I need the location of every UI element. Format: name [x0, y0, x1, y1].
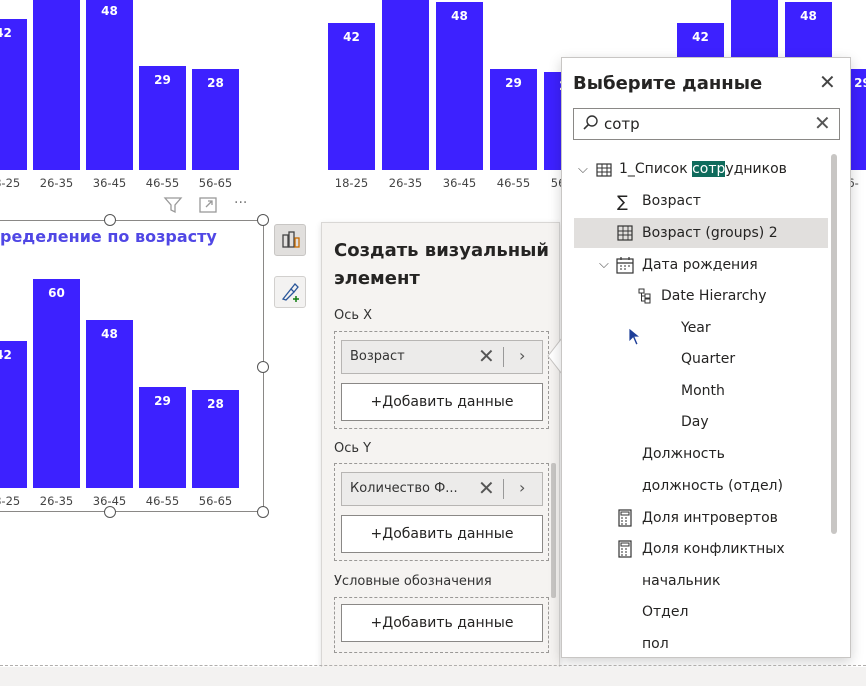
expand-field-icon[interactable]: › — [519, 478, 525, 497]
bar[interactable]: 42 — [328, 23, 375, 170]
x-tick-label: 26-35 — [39, 176, 74, 190]
y-field-label: Количество Ф... — [350, 481, 458, 496]
panel-scrollbar[interactable] — [551, 463, 556, 598]
bar[interactable]: 29 — [139, 65, 186, 170]
data-label: 28 — [207, 76, 224, 91]
tree-item-gender[interactable]: пол — [642, 636, 669, 652]
tree-item-manager[interactable]: начальник — [642, 573, 721, 589]
page-bottom-strip — [0, 667, 866, 686]
x-tick-label: 26-35 — [388, 176, 423, 190]
filter-icon[interactable] — [163, 196, 183, 214]
hierarchy-icon — [638, 288, 652, 308]
panel-title-line2: элемент — [334, 268, 420, 289]
tree-item-day[interactable]: Day — [681, 414, 709, 430]
bar[interactable]: 60 — [33, 0, 80, 170]
x-field-label: Возраст — [350, 349, 405, 364]
x-tick-label: 46-55 — [145, 176, 180, 190]
y-field-pill[interactable]: Количество Ф... ✕ › — [341, 472, 543, 506]
tree-expand-table[interactable]: ⌵ — [578, 162, 588, 177]
build-visual-panel: Создать визуальный элемент Ось X Возраст… — [321, 222, 560, 671]
search-box[interactable]: ✕ — [573, 108, 840, 140]
selection-border — [0, 220, 264, 512]
build-visual-button[interactable] — [274, 224, 306, 256]
format-visual-button[interactable] — [274, 276, 306, 308]
x-tick-label: 18-25 — [334, 176, 369, 190]
x-tick-label: 36-45 — [442, 176, 477, 190]
bar[interactable]: 42 — [0, 18, 27, 170]
tree-item-position-dept[interactable]: должность (отдел) — [642, 478, 783, 494]
data-label: 29 — [505, 75, 522, 90]
y-add-data-button[interactable]: +Добавить данные — [341, 515, 543, 553]
calculator-icon — [618, 540, 632, 562]
tree-item-department[interactable]: Отдел — [642, 604, 688, 620]
tree-item-position[interactable]: Должность — [642, 446, 725, 462]
bar[interactable]: 60 — [382, 0, 429, 170]
bar[interactable]: 48 — [86, 0, 133, 170]
resize-handle-bottom[interactable] — [104, 506, 116, 518]
data-label: 42 — [0, 25, 12, 40]
search-icon — [582, 114, 600, 136]
x-axis-label: Ось X — [334, 308, 373, 323]
search-input[interactable] — [604, 113, 804, 135]
calculator-icon — [618, 509, 632, 531]
more-options-icon[interactable]: ··· — [234, 196, 256, 214]
x-tick-label: 56-65 — [198, 176, 233, 190]
x-tick-label: 46-55 — [496, 176, 531, 190]
table-name-suffix: удников — [725, 161, 787, 177]
panel-title-line1: Создать визуальный — [334, 240, 550, 261]
tree-item-introverts-share[interactable]: Доля интровертов — [642, 510, 778, 526]
tree-item-conflict-share[interactable]: Доля конфликтных — [642, 541, 785, 557]
data-label: 42 — [692, 30, 709, 45]
sum-icon: ∑ — [617, 192, 628, 211]
group-icon — [617, 225, 633, 245]
top-left-chart[interactable]: 42 18-25 60 26-35 48 36-45 29 46-55 28 56-65 — [0, 0, 270, 195]
data-panel-title: Выберите данные — [573, 73, 763, 94]
remove-field-icon[interactable]: ✕ — [478, 344, 495, 368]
tree-item-age-groups[interactable]: Возраст (groups) 2 — [642, 225, 778, 241]
tree-item-month[interactable]: Month — [681, 383, 725, 399]
x-add-data-button[interactable]: +Добавить данные — [341, 383, 543, 421]
tree-table-name[interactable]: 1_Список сотрудников — [619, 161, 787, 177]
search-match-highlight: сотр — [692, 161, 726, 177]
data-label: 29 — [154, 72, 171, 87]
y-axis-label: Ось Y — [334, 441, 372, 456]
bar[interactable]: 28 — [192, 69, 239, 170]
choose-data-panel: Выберите данные ✕ ✕ ⌵ 1_Список сотрудник… — [561, 57, 851, 658]
data-panel-scrollbar[interactable] — [831, 154, 837, 534]
x-tick-label: 18-25 — [0, 176, 21, 190]
resize-handle-top-right[interactable] — [257, 214, 269, 226]
tree-item-birthdate[interactable]: Дата рождения — [642, 257, 758, 273]
resize-handle-right[interactable] — [257, 361, 269, 373]
tree-item-age[interactable]: Возраст — [642, 193, 701, 209]
clear-search-icon[interactable]: ✕ — [814, 111, 831, 135]
table-icon — [596, 162, 612, 182]
resize-handle-top[interactable] — [104, 214, 116, 226]
legend-label: Условные обозначения — [334, 574, 492, 589]
x-tick-label: 36-45 — [92, 176, 127, 190]
bar[interactable]: 29 — [490, 68, 537, 170]
resize-handle-bottom-right[interactable] — [257, 506, 269, 518]
legend-add-data-button[interactable]: +Добавить данные — [341, 604, 543, 642]
close-icon[interactable]: ✕ — [819, 70, 836, 94]
separator — [503, 479, 504, 499]
tree-item-year[interactable]: Year — [681, 320, 711, 336]
table-name-prefix: 1_Список — [619, 161, 693, 177]
data-label: 42 — [343, 30, 360, 45]
remove-field-icon[interactable]: ✕ — [478, 476, 495, 500]
tree-expand-birthdate[interactable]: ⌵ — [599, 257, 609, 272]
data-label: 48 — [800, 9, 817, 24]
top-middle-chart[interactable]: 4218-256026-354836-452946-552856-65 — [305, 0, 565, 195]
x-field-pill[interactable]: Возраст ✕ › — [341, 340, 543, 374]
mouse-cursor-icon — [628, 327, 642, 347]
expand-field-icon[interactable]: › — [519, 346, 525, 365]
tree-item-quarter[interactable]: Quarter — [681, 351, 735, 367]
separator — [503, 347, 504, 367]
focus-mode-icon[interactable] — [198, 196, 218, 214]
data-label: 48 — [101, 4, 118, 19]
calendar-icon — [616, 256, 634, 278]
data-label: 48 — [451, 9, 468, 24]
bar[interactable]: 48 — [436, 2, 483, 170]
tree-item-date-hierarchy[interactable]: Date Hierarchy — [661, 288, 767, 304]
